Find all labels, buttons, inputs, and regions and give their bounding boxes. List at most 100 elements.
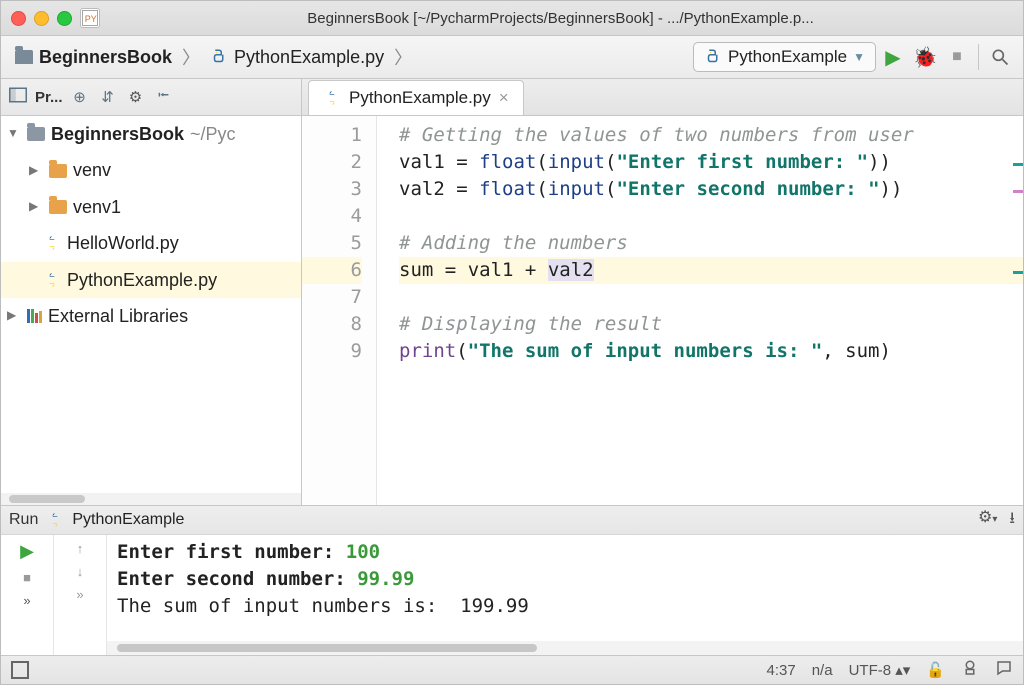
breadcrumb-file-label: PythonExample.py [234, 47, 384, 68]
run-panel: Run PythonExample ⚙▾ ⭳ ▶ ■ » ↑ ↓ » Enter… [1, 505, 1023, 655]
line-separator[interactable]: n/a [812, 662, 833, 679]
python-file-icon [210, 48, 228, 66]
chevron-right-icon: 〉 [394, 44, 412, 70]
expand-icon[interactable]: ▶ [29, 196, 43, 218]
run-panel-header: Run PythonExample ⚙▾ ⭳ [1, 506, 1023, 535]
console-output[interactable]: Enter first number: 100Enter second numb… [107, 535, 1023, 641]
status-bar: 4:37 n/a UTF-8 ▴▾ 🔓 [1, 655, 1023, 684]
folder-icon [49, 200, 67, 214]
rerun-button[interactable]: ▶ [20, 541, 34, 562]
editor-area: PythonExample.py × 123456789 # Getting t… [302, 79, 1023, 505]
chevron-right-icon: 〉 [182, 44, 200, 70]
run-panel-body: ▶ ■ » ↑ ↓ » Enter first number: 100Enter… [1, 535, 1023, 655]
window-title: BeginnersBook [~/PycharmProjects/Beginne… [108, 10, 1013, 27]
tree-item-example[interactable]: PythonExample.py [1, 262, 301, 298]
code-editor[interactable]: 123456789 # Getting the values of two nu… [302, 116, 1023, 505]
python-file-icon [43, 271, 61, 289]
down-icon[interactable]: ↓ [77, 564, 84, 579]
tree-root-path: ~/Pyc [190, 118, 236, 150]
debug-button[interactable]: 🐞 [910, 42, 940, 72]
tree-item-label: External Libraries [48, 300, 188, 332]
expand-icon[interactable]: ▼ [7, 123, 21, 145]
close-tab-icon[interactable]: × [499, 88, 509, 108]
download-icon[interactable]: ⭳ [1009, 507, 1015, 534]
titlebar: PY BeginnersBook [~/PycharmProjects/Begi… [1, 1, 1023, 36]
gear-icon[interactable]: ⚙▾ [978, 507, 997, 534]
stop-button[interactable]: ■ [23, 570, 31, 585]
hide-icon[interactable]: ⭰ [153, 85, 175, 110]
folder-icon [49, 164, 67, 178]
project-toolbar: Pr... ⊕ ⇵ ⚙ ⭰ [1, 79, 301, 116]
python-file-icon [323, 89, 341, 107]
project-tree[interactable]: ▼ BeginnersBook ~/Pyc ▶ venv ▶ venv1 Hel… [1, 116, 301, 493]
python-icon [46, 511, 64, 529]
breadcrumb-file[interactable]: PythonExample.py [204, 43, 390, 72]
toolwindow-toggle-icon[interactable] [11, 661, 29, 679]
collapse-icon[interactable]: ⇵ [97, 88, 119, 106]
zoom-window-button[interactable] [57, 11, 72, 26]
breadcrumb-project-label: BeginnersBook [39, 47, 172, 68]
locate-icon[interactable]: ⊕ [69, 88, 91, 106]
project-toolbar-title: Pr... [35, 89, 63, 106]
project-sidebar: Pr... ⊕ ⇵ ⚙ ⭰ ▼ BeginnersBook ~/Pyc ▶ ve… [1, 79, 302, 505]
run-controls-left: ▶ ■ » [1, 535, 54, 655]
run-config-selector[interactable]: PythonExample ▼ [693, 42, 876, 72]
run-button[interactable]: ▶ [878, 42, 908, 72]
marker[interactable] [1013, 271, 1023, 274]
svg-text:PY: PY [85, 14, 97, 24]
run-panel-title: Run [9, 511, 38, 529]
gear-icon[interactable]: ⚙ [125, 88, 147, 106]
line-gutter: 123456789 [302, 116, 377, 505]
up-icon[interactable]: ↑ [77, 541, 84, 556]
run-controls-nav: ↑ ↓ » [54, 535, 107, 655]
code-content[interactable]: # Getting the values of two numbers from… [377, 116, 1023, 505]
expand-icon[interactable]: ▶ [29, 160, 43, 182]
more-button[interactable]: » [23, 593, 30, 608]
tree-item-venv[interactable]: ▶ venv [1, 152, 301, 188]
tree-item-hello[interactable]: HelloWorld.py [1, 225, 301, 261]
editor-tab-label: PythonExample.py [349, 88, 491, 108]
pycharm-icon: PY [80, 8, 100, 28]
inspector-icon[interactable] [961, 659, 979, 681]
tree-root[interactable]: ▼ BeginnersBook ~/Pyc [1, 116, 301, 152]
tree-item-label: venv [73, 154, 111, 186]
marker-bar [1009, 116, 1023, 505]
run-config-name: PythonExample [72, 511, 184, 529]
python-file-icon [43, 234, 61, 252]
libraries-icon [27, 309, 42, 323]
minimize-window-button[interactable] [34, 11, 49, 26]
cursor-position[interactable]: 4:37 [767, 662, 796, 679]
breadcrumb-project[interactable]: BeginnersBook [9, 43, 178, 72]
more-button[interactable]: » [76, 587, 83, 602]
tree-external-libs[interactable]: ▶ External Libraries [1, 298, 301, 334]
editor-tabbar: PythonExample.py × [302, 79, 1023, 116]
python-icon [704, 48, 722, 66]
tree-root-name: BeginnersBook [51, 118, 184, 150]
tree-item-label: venv1 [73, 191, 121, 223]
main-toolbar: BeginnersBook 〉 PythonExample.py 〉 Pytho… [1, 36, 1023, 79]
tree-item-label: HelloWorld.py [67, 227, 179, 259]
console-scrollbar[interactable] [107, 641, 1023, 655]
tree-item-venv1[interactable]: ▶ venv1 [1, 189, 301, 225]
tree-item-label: PythonExample.py [67, 264, 217, 296]
editor-tab[interactable]: PythonExample.py × [308, 80, 524, 115]
folder-icon [15, 50, 33, 64]
expand-icon[interactable]: ▶ [7, 305, 21, 327]
marker[interactable] [1013, 190, 1023, 193]
feedback-icon[interactable] [995, 659, 1013, 681]
folder-icon [27, 127, 45, 141]
close-window-button[interactable] [11, 11, 26, 26]
sidebar-scrollbar[interactable] [1, 493, 301, 505]
main-area: Pr... ⊕ ⇵ ⚙ ⭰ ▼ BeginnersBook ~/Pyc ▶ ve… [1, 79, 1023, 505]
divider [978, 44, 979, 70]
file-encoding[interactable]: UTF-8 ▴▾ [849, 661, 911, 679]
project-view-icon[interactable] [7, 87, 29, 107]
chevron-down-icon: ▼ [853, 50, 865, 64]
marker[interactable] [1013, 163, 1023, 166]
run-config-label: PythonExample [728, 47, 847, 67]
stop-button[interactable]: ■ [942, 42, 972, 72]
breadcrumb: BeginnersBook 〉 PythonExample.py 〉 [9, 43, 412, 72]
window-controls [11, 11, 72, 26]
lock-icon[interactable]: 🔓 [926, 661, 945, 679]
search-button[interactable] [985, 42, 1015, 72]
